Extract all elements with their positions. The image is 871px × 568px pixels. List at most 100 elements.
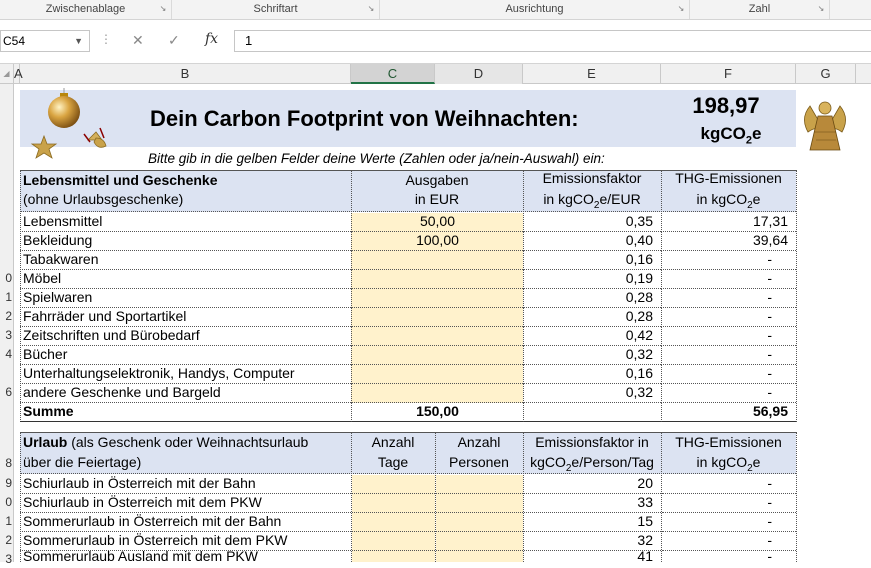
column-header-b[interactable]: B bbox=[20, 64, 351, 84]
tage-input[interactable] bbox=[352, 475, 435, 494]
ausgaben-input[interactable] bbox=[351, 346, 523, 365]
thg-value: 17,31 bbox=[661, 213, 796, 232]
christmas-ornament-icon bbox=[30, 88, 107, 159]
row-header[interactable]: 9 bbox=[0, 474, 14, 492]
dialog-launcher-icon[interactable]: ↘ bbox=[367, 5, 375, 13]
personen-input[interactable] bbox=[436, 475, 523, 494]
thg-value: - bbox=[662, 532, 796, 551]
thg-value: 39,64 bbox=[661, 232, 796, 251]
ribbon-group-number: Zahl ↘ bbox=[690, 0, 830, 19]
column-header-d[interactable]: D bbox=[435, 64, 523, 84]
ribbon-group-clipboard: Zwischenablage ↘ bbox=[0, 0, 172, 19]
emission-factor: 0,35 bbox=[523, 213, 661, 232]
col-ausgaben-line2: in EUR bbox=[414, 191, 460, 207]
row-header[interactable]: 2 bbox=[0, 531, 14, 549]
row-header[interactable]: 6 bbox=[0, 383, 14, 401]
emission-factor: 0,19 bbox=[523, 270, 661, 289]
col-tage-line1: Anzahl bbox=[371, 434, 415, 450]
formula-input[interactable]: 1 bbox=[234, 30, 871, 52]
ribbon-group-labels: Zwischenablage ↘ Schriftart ↘ Ausrichtun… bbox=[0, 0, 871, 20]
more-options-icon[interactable]: ⋮ bbox=[100, 32, 112, 46]
emission-factor: 33 bbox=[524, 494, 661, 513]
thg-value: - bbox=[661, 308, 796, 327]
row-header[interactable]: 3 bbox=[0, 550, 14, 568]
item-label: Spielwaren bbox=[20, 289, 351, 308]
ausgaben-input[interactable] bbox=[351, 365, 523, 384]
row-header[interactable]: 1 bbox=[0, 288, 14, 306]
dialog-launcher-icon[interactable]: ↘ bbox=[817, 5, 825, 13]
emission-factor: 0,16 bbox=[523, 251, 661, 270]
emission-factor: 0,28 bbox=[523, 289, 661, 308]
thg-value: - bbox=[661, 384, 796, 403]
ausgaben-input[interactable] bbox=[351, 384, 523, 403]
total-footprint-unit: kgCO2e bbox=[700, 124, 762, 147]
ausgaben-input[interactable] bbox=[351, 308, 523, 327]
enter-icon[interactable]: ✓ bbox=[168, 32, 180, 49]
item-label: andere Geschenke und Bargeld bbox=[20, 384, 351, 403]
ausgaben-input[interactable]: 50,00 bbox=[351, 213, 523, 232]
personen-input[interactable] bbox=[436, 513, 523, 532]
tage-input[interactable] bbox=[352, 513, 435, 532]
row-header[interactable]: 0 bbox=[0, 269, 14, 287]
ausgaben-input[interactable] bbox=[351, 251, 523, 270]
ausgaben-input[interactable]: 100,00 bbox=[351, 232, 523, 251]
thg-value: - bbox=[661, 289, 796, 308]
ribbon-group-alignment: Ausrichtung ↘ bbox=[380, 0, 690, 19]
col-thg2-line2: in kgCO2e bbox=[696, 454, 761, 473]
row-header[interactable]: 2 bbox=[0, 307, 14, 325]
row-header[interactable]: 0 bbox=[0, 493, 14, 511]
emission-factor: 0,42 bbox=[523, 327, 661, 346]
thg-value: - bbox=[767, 551, 772, 562]
ausgaben-input[interactable] bbox=[351, 327, 523, 346]
thg-value: - bbox=[662, 475, 796, 494]
chevron-down-icon[interactable]: ▼ bbox=[74, 31, 83, 51]
item-label: Fahrräder und Sportartikel bbox=[20, 308, 351, 327]
column-header-e[interactable]: E bbox=[523, 64, 661, 84]
tage-input[interactable] bbox=[352, 551, 435, 562]
sum-thg: 56,95 bbox=[661, 403, 796, 422]
row-header[interactable]: 8 bbox=[0, 454, 14, 472]
personen-input[interactable] bbox=[436, 532, 523, 551]
column-header-c[interactable]: C bbox=[351, 64, 435, 84]
column-header-f[interactable]: F bbox=[661, 64, 796, 84]
emission-factor: 20 bbox=[524, 475, 661, 494]
tage-input[interactable] bbox=[352, 532, 435, 551]
formula-bar: C54 ▼ ⋮ ✕ ✓ fx 1 bbox=[0, 20, 871, 64]
thg-value: - bbox=[662, 494, 796, 513]
col-personen-line2: Personen bbox=[449, 454, 509, 470]
row-header[interactable]: 3 bbox=[0, 326, 14, 344]
row-header[interactable] bbox=[0, 402, 14, 420]
col-faktor-line1: Emissionsfaktor bbox=[542, 170, 642, 186]
row-header[interactable] bbox=[0, 90, 14, 108]
name-box[interactable]: C54 ▼ bbox=[0, 30, 90, 52]
item-label: Lebensmittel bbox=[20, 213, 351, 232]
thg-value: - bbox=[661, 251, 796, 270]
col-faktor-line2: in kgCO2e/EUR bbox=[543, 191, 641, 211]
ausgaben-input[interactable] bbox=[351, 289, 523, 308]
row-header[interactable]: 1 bbox=[0, 512, 14, 530]
item-label: Unterhaltungselektronik, Handys, Compute… bbox=[20, 365, 351, 384]
sum-ausgaben: 150,00 bbox=[351, 403, 523, 422]
sum-empty bbox=[523, 403, 661, 422]
ribbon-group-label: Ausrichtung bbox=[505, 3, 564, 15]
item-label: Tabakwaren bbox=[20, 251, 351, 270]
dialog-launcher-icon[interactable]: ↘ bbox=[677, 5, 685, 13]
ausgaben-input[interactable] bbox=[351, 270, 523, 289]
dialog-launcher-icon[interactable]: ↘ bbox=[159, 5, 167, 13]
personen-input[interactable] bbox=[436, 494, 523, 513]
cancel-icon[interactable]: ✕ bbox=[132, 32, 144, 49]
emission-factor: 0,16 bbox=[523, 365, 661, 384]
row-header[interactable]: 4 bbox=[0, 345, 14, 363]
instruction-text: Bitte gib in die gelben Felder deine Wer… bbox=[148, 151, 605, 166]
ribbon-group-label: Zahl bbox=[748, 3, 771, 15]
item-label: Bekleidung bbox=[20, 232, 351, 251]
insert-function-icon[interactable]: fx bbox=[205, 31, 218, 47]
personen-input[interactable] bbox=[436, 551, 523, 562]
item-label: Möbel bbox=[20, 270, 351, 289]
name-box-value: C54 bbox=[3, 34, 26, 48]
select-all-button[interactable]: ◢ bbox=[0, 64, 14, 84]
tage-input[interactable] bbox=[352, 494, 435, 513]
column-header-g[interactable]: G bbox=[796, 64, 856, 84]
emission-factor: 0,28 bbox=[523, 308, 661, 327]
thg-value: - bbox=[661, 346, 796, 365]
